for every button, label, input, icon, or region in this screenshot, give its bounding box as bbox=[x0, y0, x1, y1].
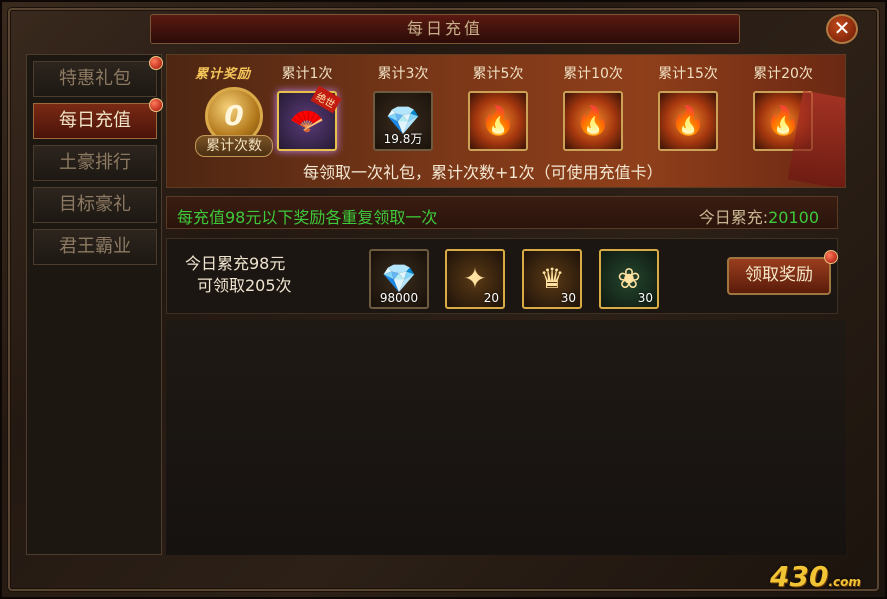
jade-icon[interactable]: ❀ 30 bbox=[599, 249, 659, 309]
helmet-icon[interactable]: ♛ 30 bbox=[522, 249, 582, 309]
tier-label: 累计5次 bbox=[472, 66, 524, 82]
sidebar-item-label: 特惠礼包 bbox=[59, 68, 131, 89]
tier-label: 累计10次 bbox=[563, 66, 623, 82]
claim-reward-button[interactable]: 领取奖励 bbox=[727, 250, 838, 295]
today-total-value: 20100 bbox=[768, 208, 819, 227]
slot-count: 98000 bbox=[379, 291, 419, 305]
sidebar: 特惠礼包 每日充值 土豪排行 目标豪礼 君王霸业 bbox=[26, 54, 163, 555]
tier-label: 累计15次 bbox=[658, 66, 718, 82]
slot-count: 19.8万 bbox=[383, 132, 423, 146]
today-total: 今日累充:20100 bbox=[699, 204, 819, 228]
claim-reward-label: 领取奖励 bbox=[745, 265, 813, 285]
today-total-label: 今日累充: bbox=[698, 208, 769, 227]
tier-label: 累计20次 bbox=[753, 66, 813, 82]
fire-weapon-icon[interactable]: 🔥 bbox=[753, 91, 813, 151]
tier-label: 累计1次 bbox=[281, 66, 333, 82]
watermark-sub: .com bbox=[828, 575, 861, 589]
slot-glyph: 🔥 bbox=[670, 104, 706, 137]
close-button[interactable]: ✕ bbox=[826, 14, 858, 44]
tier-3: 累计3次 💎 19.8万 bbox=[363, 63, 443, 151]
sidebar-item-label: 土豪排行 bbox=[59, 152, 131, 173]
tier-20: 累计20次 🔥 bbox=[743, 63, 823, 151]
gem-icon[interactable]: ✦ 20 bbox=[445, 249, 505, 309]
condition-line2: 可领取205次 bbox=[197, 276, 292, 295]
medal-label: 累计次数 bbox=[195, 135, 273, 157]
tier-5: 累计5次 🔥 bbox=[458, 63, 538, 151]
notification-dot bbox=[149, 56, 163, 70]
fan-icon[interactable]: 🪭 绝世 bbox=[277, 85, 342, 151]
medal-count: 0 bbox=[224, 99, 244, 132]
watermark-main: 430 bbox=[770, 560, 829, 593]
sidebar-item-label: 目标豪礼 bbox=[59, 194, 131, 215]
fire-weapon-icon[interactable]: 🔥 bbox=[563, 91, 623, 151]
tier-15: 累计15次 🔥 bbox=[648, 63, 728, 151]
sidebar-item-label: 君王霸业 bbox=[59, 236, 131, 257]
sidebar-item-ranking[interactable]: 土豪排行 bbox=[33, 145, 157, 181]
fire-weapon-icon[interactable]: 🔥 bbox=[468, 91, 528, 151]
title-bar: 每日充值 bbox=[150, 14, 740, 44]
repeat-claim-note: 每充值98元以下奖励各重复领取一次 bbox=[177, 208, 438, 227]
sidebar-item-target-gift[interactable]: 目标豪礼 bbox=[33, 187, 157, 223]
notification-dot bbox=[824, 250, 838, 264]
slot-count: 30 bbox=[637, 291, 653, 305]
tier-label: 累计3次 bbox=[377, 66, 429, 82]
sidebar-item-king[interactable]: 君王霸业 bbox=[33, 229, 157, 265]
condition-line1: 今日累充98元 bbox=[185, 254, 286, 273]
sidebar-item-label: 每日充值 bbox=[59, 110, 131, 131]
close-icon: ✕ bbox=[833, 16, 851, 40]
banner-note: 每领取一次礼包，累计次数+1次（可使用充值卡） bbox=[303, 163, 663, 182]
reward-row: 今日累充98元 可领取205次 💎 98000 ✦ 20 ♛ 30 ❀ 30 领… bbox=[166, 238, 838, 314]
slot-glyph: 🔥 bbox=[765, 104, 801, 137]
notification-dot bbox=[149, 98, 163, 112]
sidebar-item-daily-recharge[interactable]: 每日充值 bbox=[33, 98, 163, 139]
slot-count: 20 bbox=[483, 291, 499, 305]
sidebar-item-special-gift[interactable]: 特惠礼包 bbox=[33, 56, 163, 97]
slot-glyph: 🔥 bbox=[575, 104, 611, 137]
info-bar: 每充值98元以下奖励各重复领取一次 今日累充:20100 bbox=[166, 196, 838, 229]
content-area bbox=[166, 320, 846, 555]
fire-weapon-icon[interactable]: 🔥 bbox=[658, 91, 718, 151]
diamond-icon[interactable]: 💎 19.8万 bbox=[373, 91, 433, 151]
slot-count: 30 bbox=[560, 291, 576, 305]
slot-glyph: 🔥 bbox=[480, 104, 516, 137]
tier-1: 累计1次 🪭 绝世 bbox=[267, 63, 347, 151]
window-title: 每日充值 bbox=[406, 19, 483, 38]
reward-condition: 今日累充98元 可领取205次 bbox=[185, 253, 292, 297]
site-watermark: 430.com bbox=[770, 560, 861, 593]
diamond-icon[interactable]: 💎 98000 bbox=[369, 249, 429, 309]
banner-title: 累计奖励 bbox=[195, 67, 252, 82]
tier-10: 累计10次 🔥 bbox=[553, 63, 633, 151]
cumulative-reward-banner: 累计奖励 0 累计次数 累计1次 🪭 绝世 累计3次 💎 19.8万 累计5次 … bbox=[166, 54, 846, 188]
